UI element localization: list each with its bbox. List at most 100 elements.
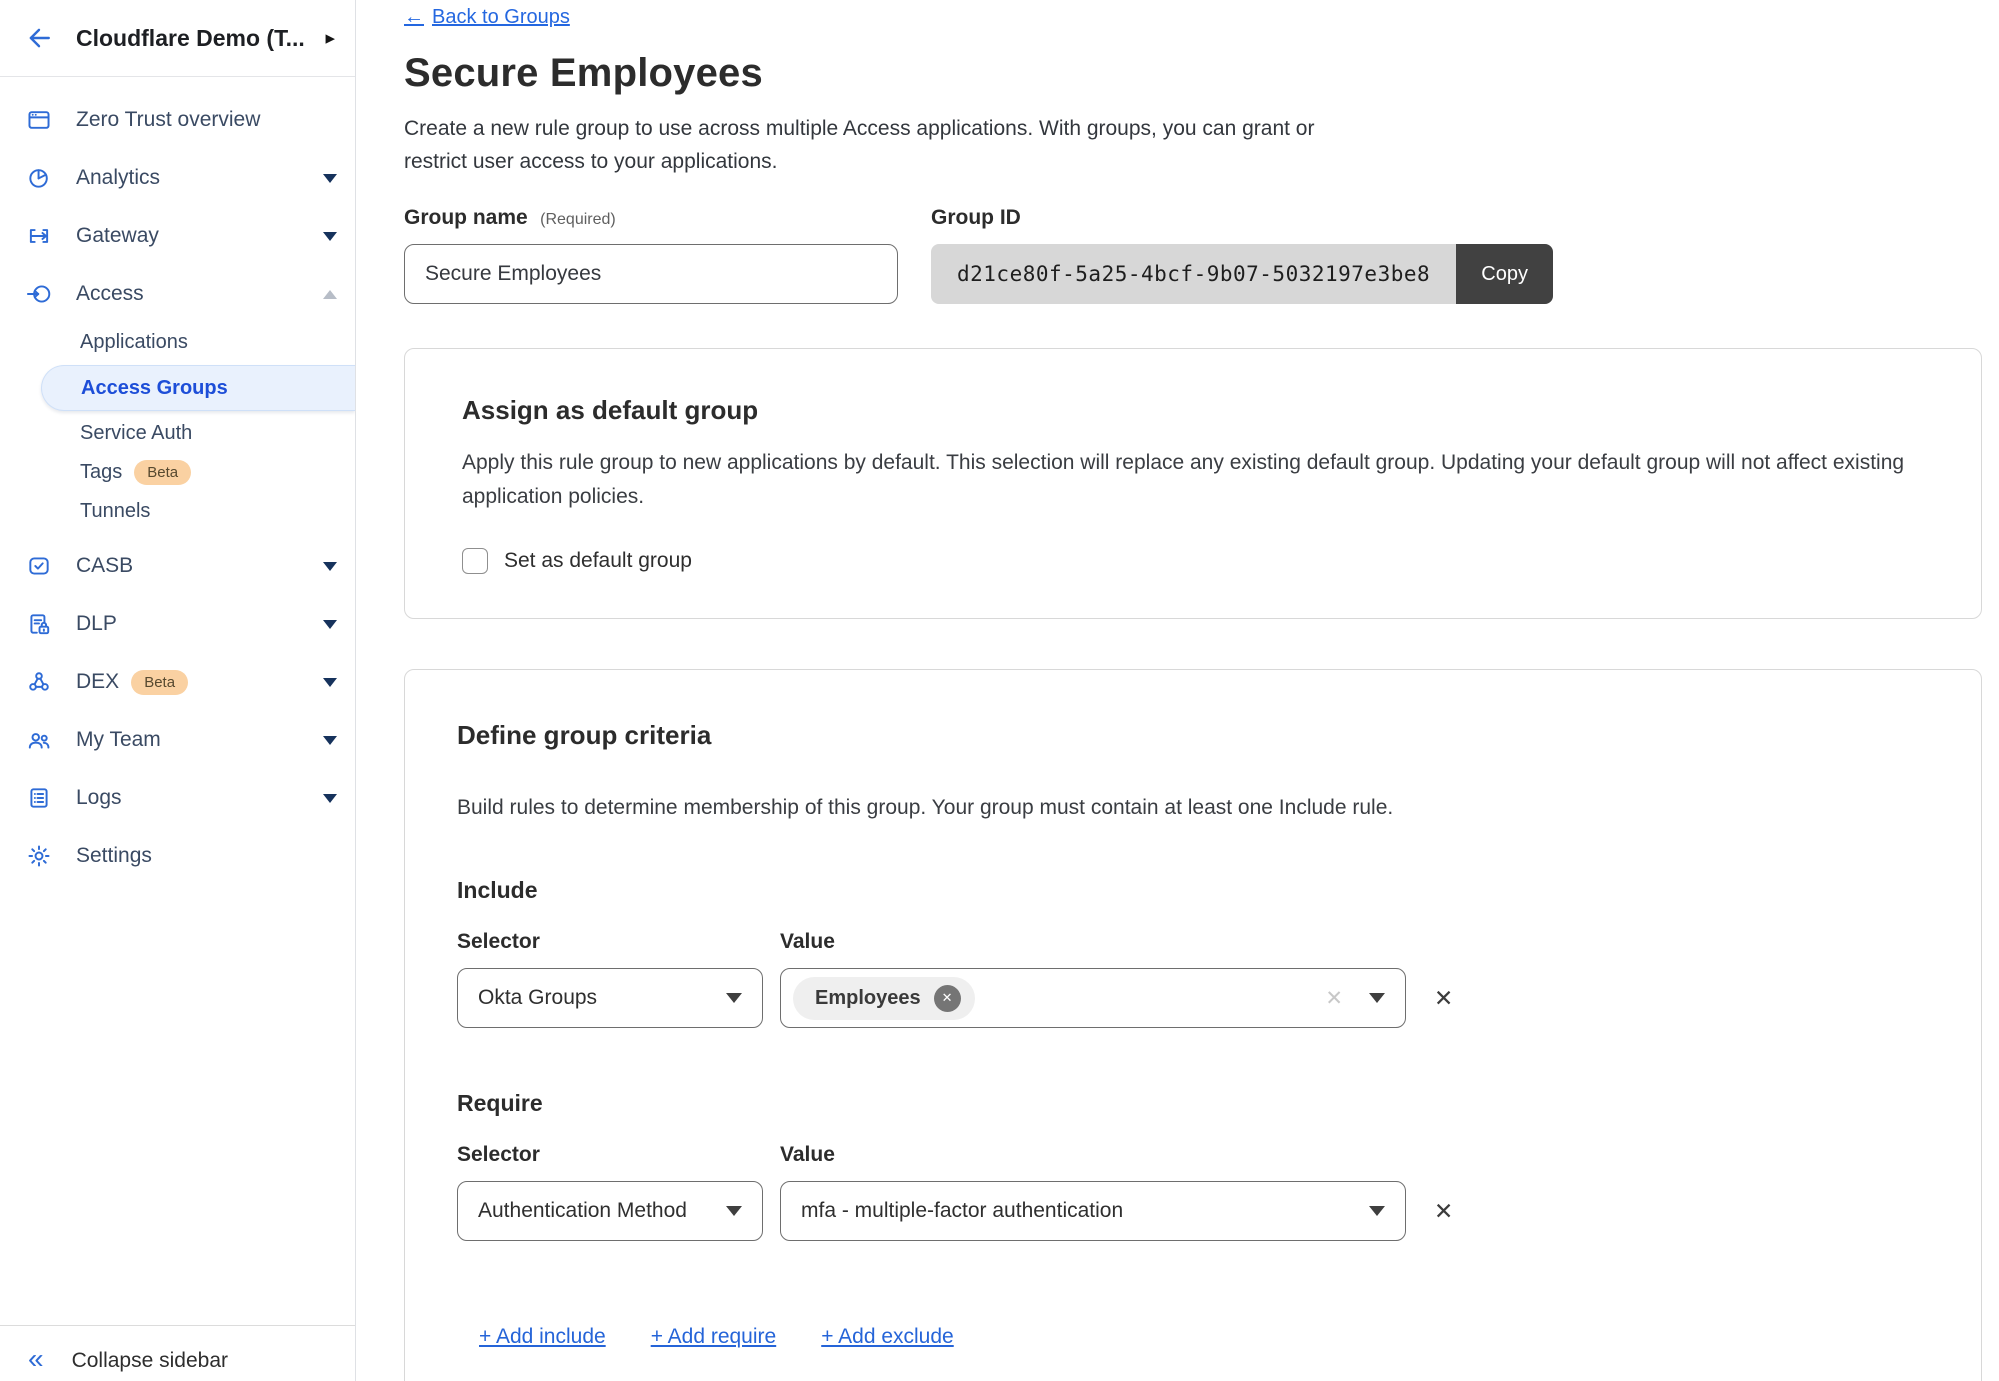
beta-badge: Beta [134, 460, 191, 485]
back-arrow-icon[interactable] [26, 25, 52, 51]
sidebar-item-my-team[interactable]: My Team [0, 711, 355, 769]
chevron-down-icon [726, 993, 742, 1003]
include-value-multiselect[interactable]: Employees ✕ ✕ [780, 968, 1406, 1028]
value-tag-label: Employees [815, 987, 921, 1010]
page-title: Secure Employees [404, 51, 1999, 96]
tag-remove-icon[interactable]: ✕ [934, 985, 961, 1012]
sidebar-item-applications[interactable]: Applications [0, 323, 355, 362]
chevron-down-icon [726, 1206, 742, 1216]
require-rule-row: Authentication Method mfa - multiple-fac… [457, 1181, 1925, 1241]
value-label: Value [780, 1143, 835, 1167]
sidebar-item-label: Access [76, 282, 144, 306]
sidebar-item-label: Logs [76, 786, 122, 810]
chevron-down-icon[interactable] [323, 736, 337, 745]
default-group-description: Apply this rule group to new application… [462, 446, 1925, 514]
sidebar-item-logs[interactable]: Logs [0, 769, 355, 827]
group-id-field: Group ID d21ce80f-5a25-4bcf-9b07-5032197… [931, 206, 1553, 304]
sidebar-item-label: Settings [76, 844, 152, 868]
require-selector-dropdown[interactable]: Authentication Method [457, 1181, 763, 1241]
document-lock-icon [26, 611, 52, 637]
chevron-right-icon[interactable]: ▸ [325, 29, 335, 48]
back-to-groups-link[interactable]: ← Back to Groups [404, 6, 570, 29]
selector-label: Selector [457, 1143, 780, 1167]
sidebar-item-dlp[interactable]: DLP [0, 595, 355, 653]
sidebar-item-analytics[interactable]: Analytics [0, 149, 355, 207]
access-icon [26, 281, 52, 307]
required-hint: (Required) [540, 211, 616, 228]
group-id-value: d21ce80f-5a25-4bcf-9b07-5032197e3be8 [931, 244, 1456, 304]
remove-include-rule-icon[interactable]: ✕ [1434, 987, 1453, 1010]
chevron-down-icon [1369, 1206, 1385, 1216]
value-tag: Employees ✕ [793, 977, 975, 1020]
pie-chart-icon [26, 165, 52, 191]
sidebar-item-zero-trust-overview[interactable]: Zero Trust overview [0, 91, 355, 149]
sidebar-item-label: Tunnels [80, 500, 150, 523]
account-name: Cloudflare Demo (T... [76, 25, 305, 52]
default-group-title: Assign as default group [462, 395, 1925, 426]
group-name-input[interactable] [404, 244, 898, 304]
chevron-down-icon[interactable] [323, 794, 337, 803]
sidebar-item-access-groups[interactable]: Access Groups [41, 365, 355, 411]
require-selector-value: Authentication Method [478, 1199, 687, 1223]
sidebar-item-settings[interactable]: Settings [0, 827, 355, 885]
sidebar-account-header[interactable]: Cloudflare Demo (T... ▸ [0, 0, 355, 77]
add-include-link[interactable]: + Add include [479, 1325, 606, 1349]
logs-icon [26, 785, 52, 811]
sidebar-item-tags[interactable]: Tags Beta [0, 453, 355, 492]
sidebar-nav: Zero Trust overview Analytics Gateway [0, 77, 355, 1325]
sidebar-item-access[interactable]: Access [0, 265, 355, 323]
chevron-up-icon[interactable] [323, 290, 337, 299]
sidebar-item-label: Applications [80, 331, 188, 354]
casb-icon [26, 553, 52, 579]
sidebar-item-label: My Team [76, 728, 161, 752]
sidebar-item-label: DLP [76, 612, 117, 636]
sidebar-item-casb[interactable]: CASB [0, 537, 355, 595]
clear-icon[interactable]: ✕ [1325, 986, 1343, 1011]
require-value-dropdown[interactable]: mfa - multiple-factor authentication [780, 1181, 1406, 1241]
sidebar-item-label: Analytics [76, 166, 160, 190]
sidebar: Cloudflare Demo (T... ▸ Zero Trust overv… [0, 0, 356, 1381]
group-name-label: Group name [404, 206, 528, 229]
set-default-group-label: Set as default group [504, 549, 692, 573]
sidebar-item-label: Service Auth [80, 422, 192, 445]
sidebar-item-dex[interactable]: DEX Beta [0, 653, 355, 711]
selector-label: Selector [457, 930, 780, 954]
main-content: ← Back to Groups Secure Employees Create… [357, 0, 1999, 1381]
include-rule-row: Okta Groups Employees ✕ ✕ ✕ [457, 968, 1925, 1028]
sidebar-item-label: Tags [80, 461, 122, 484]
chevron-down-icon[interactable] [323, 232, 337, 241]
chevron-down-icon [1369, 993, 1385, 1003]
sidebar-item-gateway[interactable]: Gateway [0, 207, 355, 265]
sidebar-item-tunnels[interactable]: Tunnels [0, 492, 355, 531]
sidebar-item-label: CASB [76, 554, 133, 578]
sidebar-item-label: DEX [76, 670, 119, 694]
chevron-down-icon[interactable] [323, 174, 337, 183]
include-selector-dropdown[interactable]: Okta Groups [457, 968, 763, 1028]
gateway-icon [26, 223, 52, 249]
include-heading: Include [457, 877, 1925, 904]
add-require-link[interactable]: + Add require [651, 1325, 777, 1349]
criteria-card: Define group criteria Build rules to det… [404, 669, 1982, 1381]
sidebar-item-label: Access Groups [81, 377, 228, 400]
collapse-sidebar-button[interactable]: « Collapse sidebar [0, 1325, 355, 1381]
team-icon [26, 727, 52, 753]
back-link-label: Back to Groups [432, 6, 570, 29]
copy-button[interactable]: Copy [1456, 244, 1553, 304]
chevron-down-icon[interactable] [323, 678, 337, 687]
sidebar-item-label: Gateway [76, 224, 159, 248]
sidebar-item-label: Zero Trust overview [76, 108, 260, 132]
collapse-label: Collapse sidebar [72, 1349, 228, 1373]
add-exclude-link[interactable]: + Add exclude [821, 1325, 954, 1349]
chevron-down-icon[interactable] [323, 620, 337, 629]
sidebar-item-service-auth[interactable]: Service Auth [0, 414, 355, 453]
criteria-title: Define group criteria [457, 720, 1925, 751]
set-default-group-row[interactable]: Set as default group [462, 548, 1925, 574]
zero-trust-dashboard: Cloudflare Demo (T... ▸ Zero Trust overv… [0, 0, 1999, 1381]
require-labels-row: Selector Value [457, 1143, 1925, 1167]
set-default-group-checkbox[interactable] [462, 548, 488, 574]
page-description: Create a new rule group to use across mu… [404, 112, 1369, 178]
include-labels-row: Selector Value [457, 930, 1925, 954]
remove-require-rule-icon[interactable]: ✕ [1434, 1200, 1453, 1223]
chevron-down-icon[interactable] [323, 562, 337, 571]
require-heading: Require [457, 1090, 1925, 1117]
